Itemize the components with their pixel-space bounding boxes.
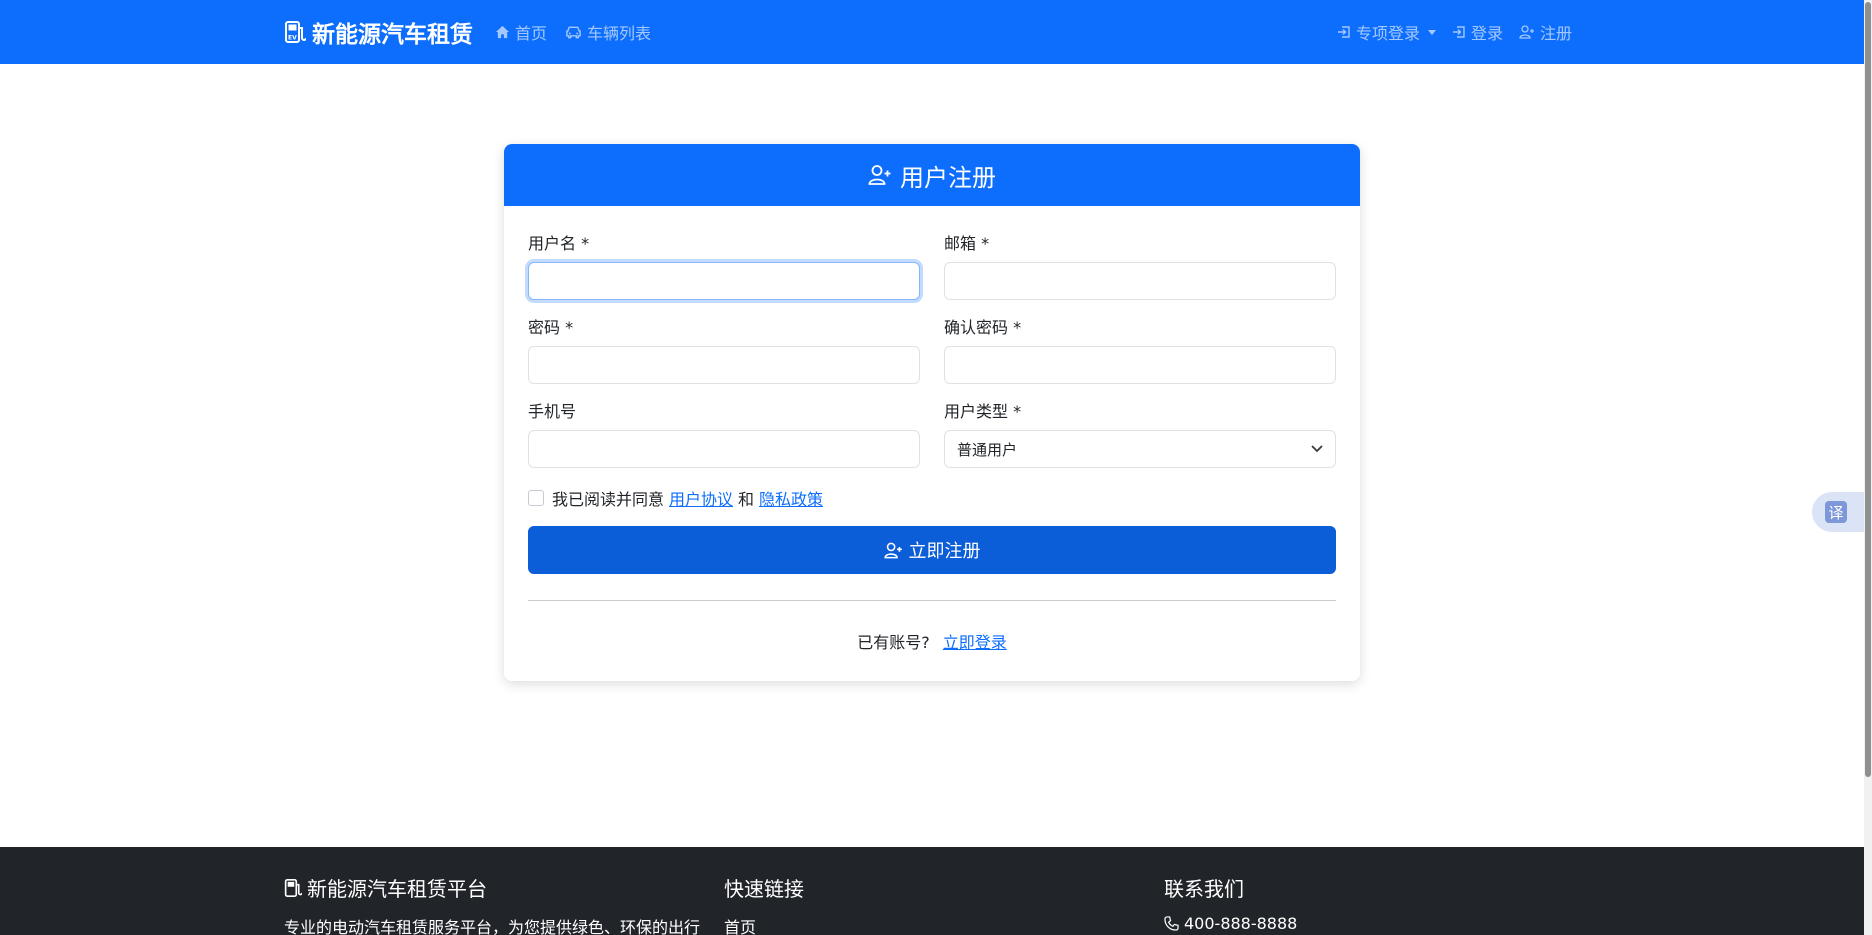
divider <box>528 600 1336 601</box>
have-account-text: 已有账号? <box>857 633 930 652</box>
confirm-password-group: 确认密码 * <box>944 314 1336 384</box>
person-plus-icon <box>1519 25 1534 39</box>
terms-link[interactable]: 用户协议 <box>669 486 733 510</box>
footer: 新能源汽车租赁平台 专业的电动汽车租赁服务平台，为您提供绿色、环保的出行 快速链… <box>0 847 1864 935</box>
footer-phone: 400-888-8888 <box>1184 914 1298 933</box>
house-icon <box>495 25 510 39</box>
brand-name: 新能源汽车租赁 <box>312 22 473 48</box>
login-row: 已有账号? 立即登录 <box>528 629 1336 653</box>
brand-link[interactable]: EV 新能源汽车租赁 <box>284 15 473 49</box>
register-button[interactable]: 立即注册 <box>528 526 1336 574</box>
footer-platform-title: 新能源汽车租赁平台 <box>307 877 487 901</box>
register-form: 用户名 * 邮箱 * 密码 * 确认密码 * 手机号 用户类型 * 普通用户 我… <box>504 206 1360 677</box>
footer-link-home[interactable]: 首页 <box>724 914 804 935</box>
agree-and: 和 <box>738 490 755 509</box>
nav-home[interactable]: 首页 <box>495 20 547 44</box>
login-arrow-icon <box>1337 26 1350 38</box>
footer-contact: 联系我们 400-888-8888 <box>1164 873 1297 933</box>
ev-station-icon: EV <box>285 21 306 43</box>
phone-input[interactable] <box>528 430 920 468</box>
user-type-select[interactable]: 普通用户 <box>944 430 1336 468</box>
nav-left: 首页 车辆列表 <box>495 20 651 44</box>
card-header: 用户注册 <box>504 144 1360 206</box>
ev-station-icon <box>284 878 302 897</box>
footer-about-title: 新能源汽车租赁平台 <box>284 873 700 902</box>
username-group: 用户名 * <box>528 230 920 300</box>
translate-icon: 译 <box>1825 501 1847 523</box>
nav-login[interactable]: 登录 <box>1452 20 1503 44</box>
agree-row: 我已阅读并同意 用户协议 和 隐私政策 <box>528 486 1336 510</box>
nav-right: 专项登录 登录 注册 <box>1337 20 1572 44</box>
footer-links-title: 快速链接 <box>724 877 804 901</box>
register-card: 用户注册 用户名 * 邮箱 * 密码 * 确认密码 * 手机号 用户类型 * 普… <box>504 144 1360 681</box>
phone-label: 手机号 <box>528 402 577 421</box>
chevron-down-icon <box>1311 445 1323 453</box>
page-scrollbar[interactable] <box>1864 0 1872 935</box>
email-label: 邮箱 * <box>944 234 990 253</box>
username-input[interactable] <box>528 262 920 300</box>
top-navbar: EV 新能源汽车租赁 首页 车辆列表 专项登录 登录 注册 <box>0 0 1864 64</box>
scrollbar-thumb[interactable] <box>1865 2 1871 777</box>
nav-special-login-label: 专项登录 <box>1355 24 1420 43</box>
nav-vehicles[interactable]: 车辆列表 <box>565 20 651 44</box>
footer-links: 快速链接 首页 <box>724 873 804 935</box>
nav-register[interactable]: 注册 <box>1519 20 1572 44</box>
confirm-password-input[interactable] <box>944 346 1336 384</box>
user-type-label: 用户类型 * <box>944 402 1022 421</box>
nav-vehicles-label: 车辆列表 <box>587 24 652 43</box>
chevron-down-icon <box>1427 29 1436 35</box>
translate-widget[interactable]: 译 <box>1812 492 1864 532</box>
email-group: 邮箱 * <box>944 230 1336 300</box>
person-plus-icon <box>883 542 902 558</box>
form-grid: 用户名 * 邮箱 * 密码 * 确认密码 * 手机号 用户类型 * 普通用户 <box>528 230 1336 468</box>
nav-login-label: 登录 <box>1470 24 1503 43</box>
phone-group: 手机号 <box>528 398 920 468</box>
confirm-password-label: 确认密码 * <box>944 318 1022 337</box>
login-arrow-icon <box>1452 26 1465 38</box>
user-type-value: 普通用户 <box>957 440 1018 459</box>
nav-home-label: 首页 <box>515 24 548 43</box>
email-input[interactable] <box>944 262 1336 300</box>
nav-register-label: 注册 <box>1539 24 1572 43</box>
password-group: 密码 * <box>528 314 920 384</box>
nav-special-login[interactable]: 专项登录 <box>1337 20 1436 44</box>
footer-contact-title: 联系我们 <box>1164 877 1244 901</box>
footer-platform-desc: 专业的电动汽车租赁服务平台，为您提供绿色、环保的出行 <box>284 918 701 935</box>
footer-about: 新能源汽车租赁平台 专业的电动汽车租赁服务平台，为您提供绿色、环保的出行 <box>284 873 700 935</box>
password-input[interactable] <box>528 346 920 384</box>
person-plus-icon <box>868 165 891 185</box>
agree-prefix: 我已阅读并同意 <box>552 490 665 509</box>
register-button-label: 立即注册 <box>908 541 981 562</box>
navbar-inner: EV 新能源汽车租赁 首页 车辆列表 专项登录 登录 注册 <box>284 0 1572 64</box>
agree-checkbox[interactable] <box>528 490 544 506</box>
card-title: 用户注册 <box>900 163 996 192</box>
login-now-link[interactable]: 立即登录 <box>943 633 1007 652</box>
footer-phone-row: 400-888-8888 <box>1164 914 1297 933</box>
car-icon <box>566 26 581 39</box>
phone-icon <box>1164 916 1179 931</box>
privacy-link[interactable]: 隐私政策 <box>759 486 823 510</box>
password-label: 密码 * <box>528 318 574 337</box>
svg-text:EV: EV <box>288 35 297 42</box>
username-label: 用户名 * <box>528 234 590 253</box>
user-type-group: 用户类型 * 普通用户 <box>944 398 1336 468</box>
